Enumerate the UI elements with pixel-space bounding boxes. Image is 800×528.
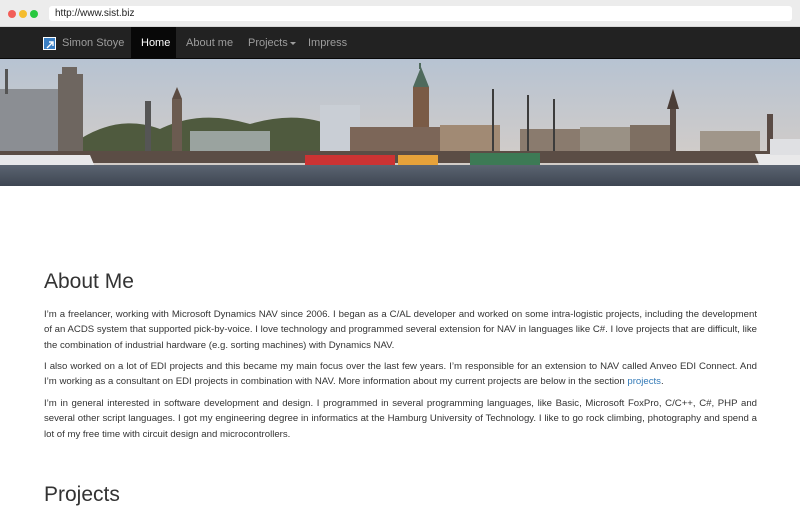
nav-home[interactable]: Home	[131, 27, 176, 59]
nav-about-me[interactable]: About me	[176, 27, 243, 59]
brand-logo-icon	[43, 36, 56, 50]
harbor-banner-image	[0, 59, 800, 186]
browser-toolbar: http://www.sist.biz	[0, 0, 800, 27]
close-window-button[interactable]	[8, 10, 16, 18]
brand-name: Simon Stoye	[62, 37, 125, 49]
about-heading: About Me	[44, 270, 134, 293]
navbar: Simon Stoye Home About me Projects Impre…	[0, 27, 800, 59]
minimize-window-button[interactable]	[19, 10, 27, 18]
about-paragraph-1: I’m a freelancer, working with Microsoft…	[44, 309, 757, 351]
brand-link[interactable]: Simon Stoye	[43, 27, 124, 59]
maximize-window-button[interactable]	[30, 10, 38, 18]
about-paragraph-3: I’m in general interested in software de…	[44, 398, 757, 440]
address-bar[interactable]: http://www.sist.biz	[49, 6, 792, 21]
about-paragraph-2: I also worked on a lot of EDI projects a…	[44, 359, 757, 390]
nav-projects-label: Projects	[248, 37, 288, 49]
projects-heading: Projects	[44, 483, 120, 506]
projects-link[interactable]: projects	[627, 376, 661, 387]
about-paragraph-2-end: .	[660, 376, 664, 388]
caret-down-icon	[289, 41, 296, 45]
nav-projects-dropdown[interactable]: Projects	[238, 27, 306, 59]
nav-impress[interactable]: Impress	[298, 27, 357, 59]
